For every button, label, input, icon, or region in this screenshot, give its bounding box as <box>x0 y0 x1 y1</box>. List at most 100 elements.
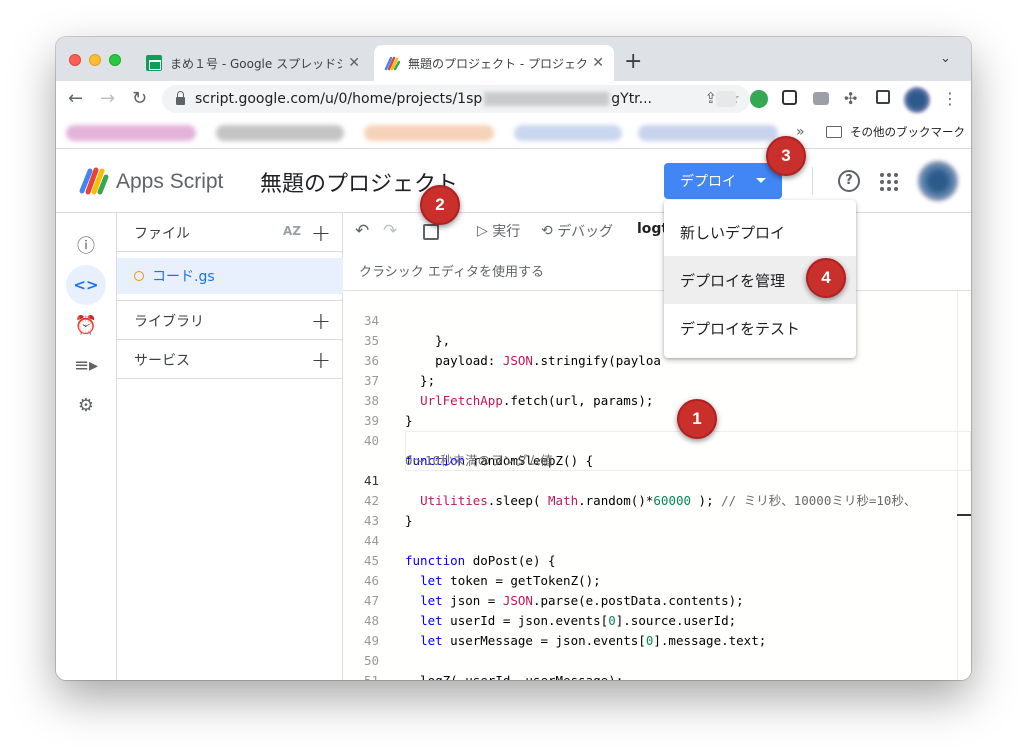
sort-az-icon[interactable]: AZ <box>283 224 301 238</box>
executions-icon[interactable]: ≡▸ <box>66 345 106 385</box>
add-library-button[interactable]: + <box>311 307 331 335</box>
files-header: ファイル AZ + <box>117 213 343 252</box>
reload-icon[interactable]: ↻ <box>132 87 147 111</box>
alarm-clock-icon[interactable]: ⏰ <box>66 305 106 345</box>
vertical-scrollbar[interactable] <box>957 291 971 680</box>
tab-title: まめ１号 - Google スプレッドシ <box>170 56 343 71</box>
bookmark-item[interactable] <box>514 125 622 141</box>
debug-button[interactable]: ⟲ デバッグ <box>541 221 613 241</box>
new-tab-button[interactable]: + <box>624 49 642 74</box>
bookmarks-overflow-button[interactable]: » <box>796 124 805 140</box>
menu-item-new-deploy[interactable]: 新しいデプロイ <box>664 208 856 256</box>
notion-icon[interactable] <box>782 90 797 105</box>
code-line: 37 UrlFetchApp.fetch(url, params); <box>363 373 654 408</box>
extension-icon[interactable] <box>716 91 736 107</box>
gear-icon[interactable]: ⚙ <box>66 385 106 425</box>
code-line: 46 let json = JSON.parse(e.postData.cont… <box>363 573 744 608</box>
deploy-label: デプロイ <box>680 174 736 190</box>
code-line: 44 function doPost(e) { <box>363 533 556 568</box>
divider <box>812 167 813 195</box>
help-icon[interactable]: ? <box>838 170 860 192</box>
menu-item-test-deploy[interactable]: デプロイをテスト <box>664 304 856 352</box>
address-bar[interactable]: script.google.com/u/0/home/projects/1sp … <box>162 85 750 113</box>
step-badge-1: 1 <box>677 399 717 439</box>
save-icon[interactable] <box>423 224 439 240</box>
more-vert-icon[interactable]: ⋮ <box>942 87 958 111</box>
step-badge-3: 3 <box>766 136 806 176</box>
forward-icon[interactable]: → <box>100 87 115 111</box>
apps-script-logo-icon <box>79 167 109 195</box>
step-badge-2: 2 <box>420 185 460 225</box>
files-panel: ファイル AZ + コード.gs ライブラリ + サービス + <box>117 213 343 680</box>
reading-list-icon[interactable] <box>876 90 890 104</box>
code-editor: ↶ ↷ ▷ 実行 ⟲ デバッグ logt クラシック エディタを使用する 34 … <box>343 213 971 680</box>
add-service-button[interactable]: + <box>311 346 331 374</box>
code-line: 49 <box>363 633 379 648</box>
code-line: 42 } <box>363 493 413 528</box>
bookmark-item[interactable] <box>638 125 778 141</box>
code-line: 35 payload: JSON.stringify(payloa <box>363 333 661 368</box>
step-badge-4: 4 <box>806 258 846 298</box>
other-bookmarks[interactable]: その他のブックマーク <box>826 124 965 140</box>
folder-icon <box>826 126 842 138</box>
code-area[interactable]: 34 }, 35 payload: JSON.stringify(payloa … <box>343 291 971 680</box>
code-line-current: 41 Utilities.sleep( Math.random()*60000 … <box>343 431 971 508</box>
file-status-icon <box>134 271 144 281</box>
undo-icon[interactable]: ↶ <box>355 221 369 241</box>
puzzle-icon[interactable]: ✣ <box>844 87 857 111</box>
code-line: 45 let token = getTokenZ(); <box>363 553 601 588</box>
run-label: 実行 <box>492 224 521 240</box>
close-tab-icon[interactable]: ✕ <box>592 55 604 71</box>
url-text: script.google.com/u/0/home/projects/1sp <box>195 91 483 107</box>
redo-icon[interactable]: ↷ <box>383 221 397 241</box>
bookmark-item[interactable] <box>216 125 344 141</box>
evernote-icon[interactable] <box>750 90 768 108</box>
bookmarks-bar: » その他のブックマーク <box>56 117 971 149</box>
code-line: 51 if ( userMessage.match(/開始/)) { <box>343 651 971 680</box>
classic-editor-link[interactable]: クラシック エディタを使用する <box>359 261 544 280</box>
bookmark-item[interactable] <box>364 125 494 141</box>
chevron-down-icon[interactable]: ⌄ <box>940 51 951 66</box>
run-button[interactable]: ▷ 実行 <box>477 221 520 241</box>
sheets-icon <box>146 55 162 71</box>
code-editor-icon[interactable]: <> <box>66 265 106 305</box>
url-text-end: gYtr... <box>611 91 652 107</box>
services-label: サービス <box>134 352 190 369</box>
lock-icon <box>176 90 185 105</box>
play-icon: ▷ <box>477 223 493 239</box>
avatar[interactable] <box>918 161 958 201</box>
scrollbar-marker <box>957 514 971 516</box>
close-tab-icon[interactable]: ✕ <box>348 55 360 71</box>
libraries-row[interactable]: ライブラリ + <box>117 301 343 340</box>
tab-strip: まめ１号 - Google スプレッドシ ✕ 無題のプロジェクト - プロジェク… <box>56 37 971 81</box>
code-line: 39 <box>363 413 379 428</box>
tab-apps-script[interactable]: 無題のプロジェクト - プロジェクト ✕ <box>374 45 614 81</box>
minimize-window-button[interactable] <box>89 54 101 66</box>
profile-avatar[interactable] <box>904 87 930 113</box>
code-line: 34 }, <box>363 313 451 348</box>
code-line: 38 } <box>363 393 413 428</box>
services-row[interactable]: サービス + <box>117 340 343 379</box>
info-icon[interactable]: ⓘ <box>66 225 106 265</box>
file-name: コード.gs <box>152 269 215 285</box>
camera-icon[interactable] <box>813 92 829 105</box>
tab-title: 無題のプロジェクト - プロジェクト <box>408 56 587 71</box>
zoom-window-button[interactable] <box>109 54 121 66</box>
code-line: 36 }; <box>363 353 436 388</box>
code-line: 40 function randomSleepZ() { <box>363 433 594 468</box>
debug-icon: ⟲ <box>541 223 558 239</box>
deploy-button[interactable]: デプロイ <box>664 163 782 199</box>
close-window-button[interactable] <box>69 54 81 66</box>
back-icon[interactable]: ← <box>68 87 83 111</box>
bookmark-item[interactable] <box>66 125 196 141</box>
code-line: 48 let userMessage = json.events[0].mess… <box>363 613 767 648</box>
add-file-button[interactable]: + <box>311 219 331 247</box>
left-nav-rail: ⓘ <> ⏰ ≡▸ ⚙ <box>56 213 117 680</box>
divider <box>117 378 343 379</box>
apps-script-favicon-icon <box>384 56 400 71</box>
file-item-code-gs[interactable]: コード.gs <box>117 258 343 294</box>
tab-spreadsheet[interactable]: まめ１号 - Google スプレッドシ ✕ <box>136 45 370 81</box>
code-line: 47 let userId = json.events[0].source.us… <box>363 593 737 628</box>
apps-grid-icon[interactable] <box>880 173 898 191</box>
url-redacted <box>484 92 610 106</box>
